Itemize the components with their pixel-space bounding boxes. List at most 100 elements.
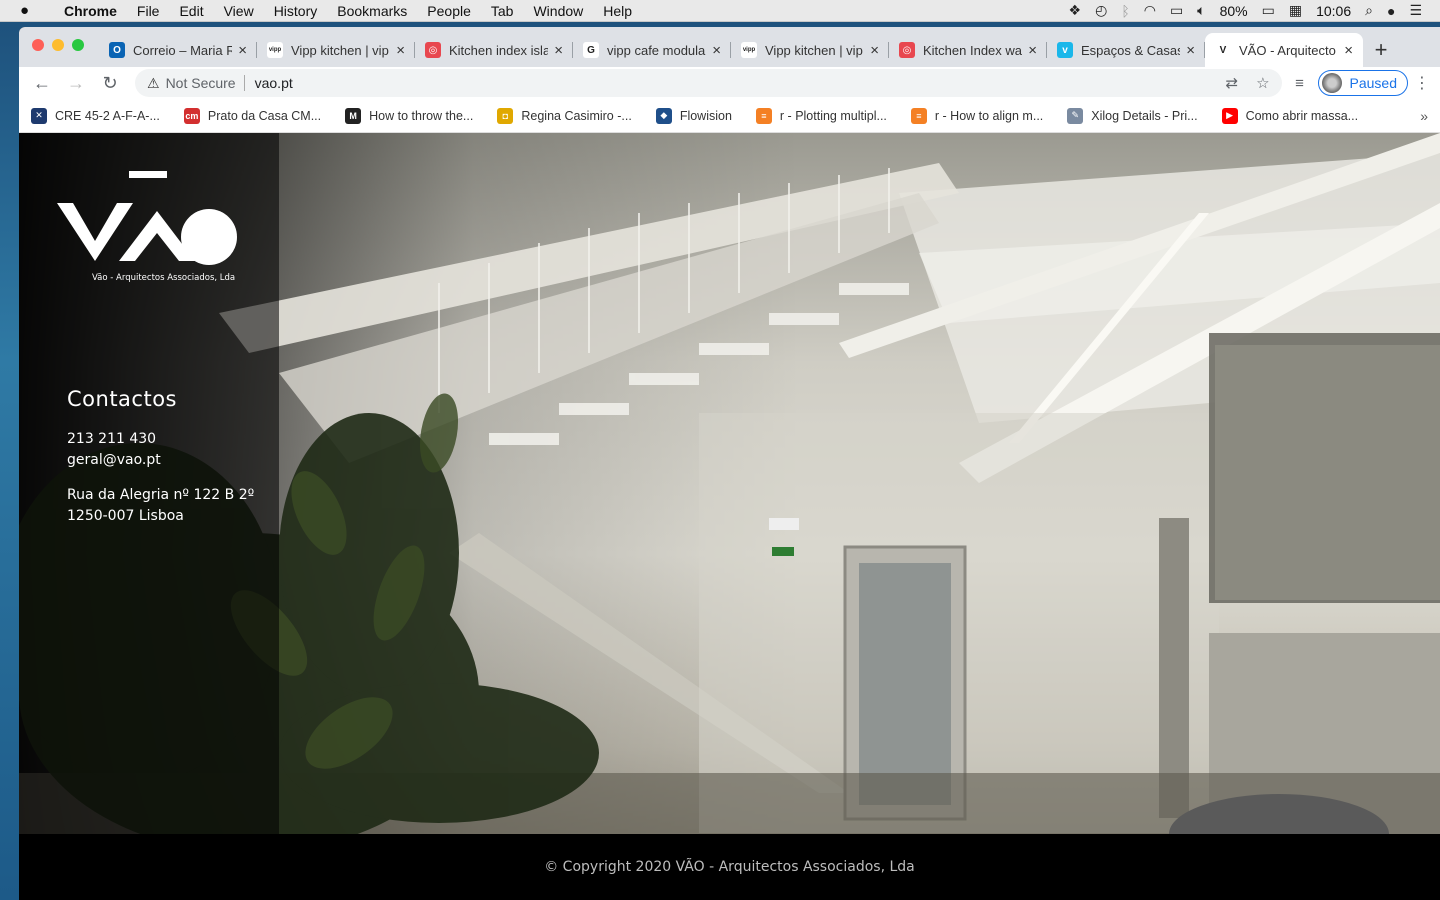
browser-tab[interactable]: O Correio – Maria R × bbox=[99, 33, 257, 67]
close-tab-icon[interactable]: × bbox=[1186, 42, 1195, 59]
menu-help[interactable]: Help bbox=[593, 3, 642, 19]
email-link[interactable]: geral@vao.pt bbox=[67, 450, 254, 471]
calendar-icon[interactable]: ▦ bbox=[1289, 2, 1302, 19]
bookmark-item[interactable]: cm Prato da Casa CM... bbox=[183, 107, 321, 124]
bookmark-label: r - How to align m... bbox=[934, 108, 1044, 123]
contacts-title: Contactos bbox=[67, 387, 177, 411]
security-label[interactable]: Not Secure bbox=[166, 75, 236, 91]
bookmark-item[interactable]: M How to throw the... bbox=[345, 107, 474, 124]
browser-tab[interactable]: Gvipp cafe modula × bbox=[573, 33, 731, 67]
bookmark-item[interactable]: ≡ r - How to align m... bbox=[910, 107, 1044, 124]
google-icon: G bbox=[583, 42, 599, 58]
bookmark-star-icon[interactable]: ☆ bbox=[1256, 74, 1269, 92]
menu-file[interactable]: File bbox=[127, 3, 170, 19]
volume-icon[interactable]: 🔈︎ bbox=[1197, 2, 1205, 19]
translate-icon[interactable]: ⇄ bbox=[1225, 74, 1238, 92]
time-machine-icon[interactable]: ◴ bbox=[1095, 2, 1107, 19]
menu-window[interactable]: Window bbox=[523, 3, 593, 19]
bookmarks-list: ✕ CRE 45-2 A-F-A-... cm Prato da Casa CM...… bbox=[31, 107, 1382, 124]
menu-people[interactable]: People bbox=[417, 3, 481, 19]
profile-button[interactable]: Paused bbox=[1317, 70, 1408, 96]
page-footer: © Copyright 2020 VÃO - Arquitectos Assoc… bbox=[19, 834, 1440, 900]
close-tab-icon[interactable]: × bbox=[1344, 42, 1353, 59]
warning-icon[interactable]: ⚠ bbox=[147, 75, 160, 92]
zoom-window-button[interactable] bbox=[72, 39, 84, 51]
pin-icon: ✎ bbox=[1067, 107, 1084, 124]
browser-tab[interactable]: V VÃO - Arquitecto × bbox=[1205, 33, 1363, 67]
reload-button[interactable]: ↻ bbox=[95, 69, 125, 97]
tab-title: Espaços & Casas bbox=[1081, 42, 1181, 58]
bookmark-item[interactable]: ◘ Regina Casimiro -... bbox=[497, 107, 632, 124]
target-icon: ◎ bbox=[425, 42, 441, 58]
apple-icon[interactable]: ● bbox=[20, 2, 40, 19]
browser-tab[interactable]: vipp Vipp kitchen | vip × bbox=[731, 33, 889, 67]
target-icon: ◎ bbox=[899, 42, 915, 58]
battery-icon[interactable]: ▭ bbox=[1262, 2, 1275, 19]
bookmark-item[interactable]: ≡ r - Plotting multipl... bbox=[755, 107, 887, 124]
new-tab-button[interactable]: + bbox=[1363, 33, 1399, 67]
back-button[interactable]: ← bbox=[27, 69, 57, 97]
siri-icon[interactable]: ● bbox=[1387, 3, 1395, 19]
bookmarks-bar: ✕ CRE 45-2 A-F-A-... cm Prato da Casa CM...… bbox=[19, 99, 1440, 133]
browser-tab[interactable]: ◎ Kitchen Index wa × bbox=[889, 33, 1047, 67]
dropbox-icon[interactable]: ❖ bbox=[1069, 2, 1082, 19]
menu-tab[interactable]: Tab bbox=[481, 3, 524, 19]
minimize-window-button[interactable] bbox=[52, 39, 64, 51]
tab-title: VÃO - Arquitecto bbox=[1239, 42, 1336, 58]
menu-edit[interactable]: Edit bbox=[169, 3, 213, 19]
battery-percent: 80% bbox=[1219, 2, 1248, 19]
phone-number[interactable]: 213 211 430 bbox=[67, 429, 254, 450]
tabs: O Correio – Maria R × vipp Vipp kitchen | vi… bbox=[99, 33, 1363, 67]
bookmark-item[interactable]: ✎ Xilog Details - Pri... bbox=[1067, 107, 1198, 124]
address-line-1: Rua da Alegria nº 122 B 2º bbox=[67, 487, 255, 503]
browser-window: O Correio – Maria R × vipp Vipp kitchen | vi… bbox=[19, 27, 1440, 900]
menu-view[interactable]: View bbox=[214, 3, 264, 19]
spotlight-search-icon[interactable]: ⌕ bbox=[1365, 2, 1373, 19]
menu-bookmarks[interactable]: Bookmarks bbox=[327, 3, 417, 19]
close-tab-icon[interactable]: × bbox=[396, 42, 405, 59]
close-tab-icon[interactable]: × bbox=[712, 42, 721, 59]
tab-title: Vipp kitchen | vip bbox=[291, 42, 389, 58]
bluetooth-icon[interactable]: ᛒ bbox=[1121, 3, 1129, 19]
bookmarks-overflow-icon[interactable]: » bbox=[1420, 108, 1428, 124]
close-window-button[interactable] bbox=[32, 39, 44, 51]
close-tab-icon[interactable]: × bbox=[238, 42, 247, 59]
youtube-icon: ▶ bbox=[1221, 107, 1238, 124]
avatar bbox=[1321, 73, 1342, 93]
bookmark-label: Flowision bbox=[679, 108, 732, 123]
url-text[interactable]: vao.pt bbox=[255, 75, 293, 91]
tab-strip: O Correio – Maria R × vipp Vipp kitchen | vi… bbox=[19, 27, 1440, 67]
reading-list-icon[interactable]: ≡ bbox=[1286, 75, 1314, 92]
contacts-section: Contactos 213 211 430 geral@vao.pt Rua d… bbox=[67, 387, 254, 541]
diamond-icon: ◆ bbox=[655, 107, 672, 124]
address-line-2: 1250-007 Lisboa bbox=[67, 508, 184, 524]
divider bbox=[243, 75, 245, 91]
close-tab-icon[interactable]: × bbox=[1028, 42, 1037, 59]
browser-tab[interactable]: vipp Vipp kitchen | vip × bbox=[257, 33, 415, 67]
close-tab-icon[interactable]: × bbox=[870, 42, 879, 59]
browser-tab[interactable]: v Espaços & Casas × bbox=[1047, 33, 1205, 67]
chrome-menu-icon[interactable]: ⋮ bbox=[1412, 73, 1432, 93]
bookmark-label: Regina Casimiro -... bbox=[521, 108, 632, 123]
tab-title: Kitchen Index wa bbox=[923, 42, 1023, 58]
menu-app-chrome[interactable]: Chrome bbox=[54, 3, 127, 19]
menu-history[interactable]: History bbox=[264, 3, 328, 19]
bookmark-label: How to throw the... bbox=[369, 108, 474, 123]
notification-center-icon[interactable]: ☰ bbox=[1409, 2, 1422, 19]
forward-button[interactable]: → bbox=[61, 69, 91, 97]
clock[interactable]: 10:06 bbox=[1316, 3, 1351, 19]
tab-title: Vipp kitchen | vip bbox=[765, 42, 863, 58]
vao-logo[interactable] bbox=[57, 171, 247, 276]
airplay-icon[interactable]: ▭ bbox=[1170, 2, 1183, 19]
bookmark-item[interactable]: ▶ Como abrir massa... bbox=[1221, 107, 1358, 124]
vipp-icon: vipp bbox=[741, 42, 757, 58]
wifi-icon[interactable]: ◠ bbox=[1144, 2, 1156, 19]
address-bar[interactable]: ⚠ Not Secure vao.pt ⇄ ☆ bbox=[135, 69, 1282, 97]
browser-tab[interactable]: ◎ Kitchen index isla × bbox=[415, 33, 573, 67]
bookmark-label: CRE 45-2 A-F-A-... bbox=[55, 108, 160, 123]
bookmark-item[interactable]: ✕ CRE 45-2 A-F-A-... bbox=[31, 107, 160, 124]
folder-icon: ◘ bbox=[497, 107, 514, 124]
vao-icon: V bbox=[1215, 42, 1231, 58]
close-tab-icon[interactable]: × bbox=[554, 42, 563, 59]
bookmark-item[interactable]: ◆ Flowision bbox=[655, 107, 732, 124]
